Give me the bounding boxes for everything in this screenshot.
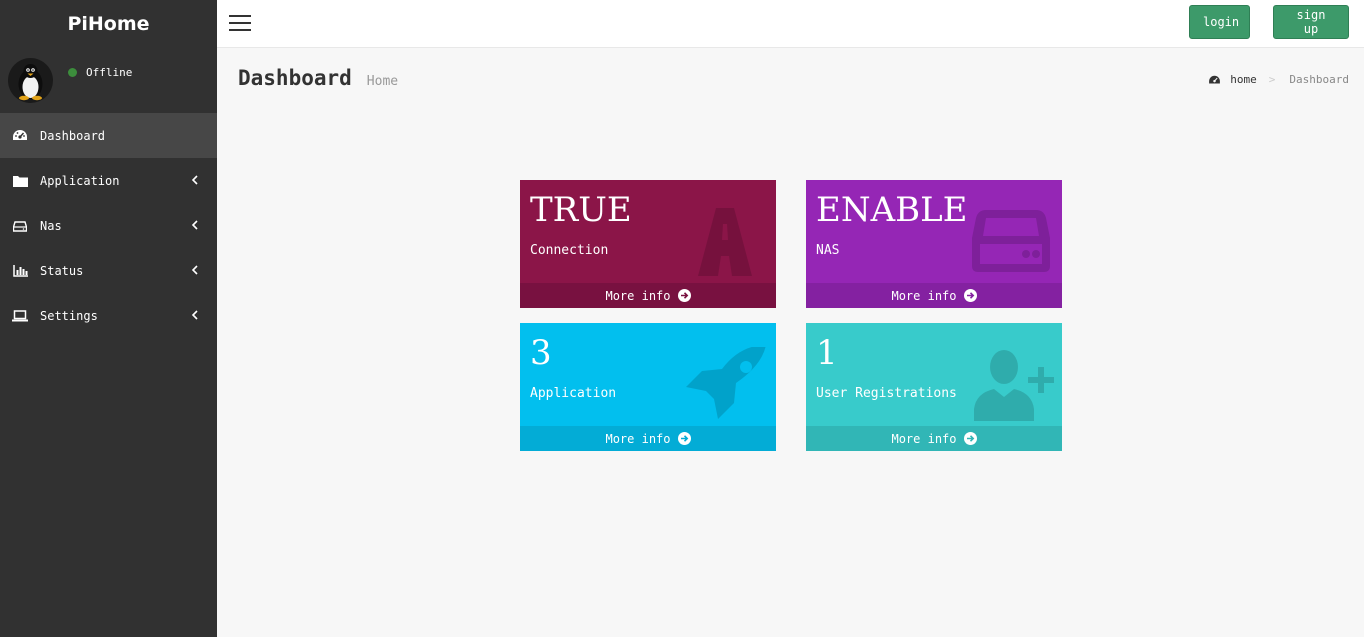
- rocket-icon: [686, 347, 766, 419]
- box-value: 1: [816, 333, 838, 373]
- box-label: Connection: [530, 243, 609, 258]
- menu-toggle-icon[interactable]: [229, 15, 251, 33]
- hdd-icon: [12, 219, 28, 233]
- more-info-label: More info: [605, 431, 671, 446]
- folder-icon: [12, 174, 28, 188]
- breadcrumb: home > Dashboard: [1208, 73, 1349, 86]
- arrow-circle-right-icon: [963, 289, 977, 302]
- bar-chart-icon: [12, 264, 28, 278]
- topbar: login sign up: [217, 0, 1364, 48]
- dashboard-icon: [12, 129, 28, 143]
- laptop-icon: [12, 309, 28, 323]
- arrow-circle-right-icon: [963, 432, 977, 445]
- dashboard-icon: [1209, 75, 1221, 83]
- more-info-label: More info: [891, 431, 957, 446]
- box-value: TRUE: [530, 190, 632, 230]
- sidebar-item-dashboard[interactable]: Dashboard: [0, 113, 217, 158]
- breadcrumb-separator-icon: >: [1268, 73, 1276, 86]
- sidebar-menu: Dashboard Application Nas Status Setting…: [0, 113, 217, 338]
- sidebar-item-application[interactable]: Application: [0, 158, 217, 203]
- box-value: 3: [530, 333, 552, 373]
- user-status-text: Offline: [86, 66, 133, 79]
- more-info-label: More info: [605, 288, 671, 303]
- status-dot-icon: [68, 68, 77, 77]
- box-label: Application: [530, 386, 617, 401]
- arrow-circle-right-icon: [677, 432, 691, 445]
- hdd-icon: [972, 210, 1050, 272]
- breadcrumb-current: Dashboard: [1289, 73, 1349, 86]
- breadcrumb-home-label: home: [1230, 73, 1257, 86]
- sidebar: PiHome Offline Dashboard Application Nas…: [0, 0, 217, 637]
- more-info-link[interactable]: More info: [806, 426, 1062, 451]
- login-button[interactable]: login: [1189, 5, 1250, 39]
- more-info-link[interactable]: More info: [806, 283, 1062, 308]
- connection-box: TRUE Connection More info: [520, 180, 776, 308]
- sidebar-item-label: Settings: [40, 308, 98, 323]
- box-label: NAS: [816, 243, 840, 258]
- sidebar-item-label: Application: [40, 173, 120, 188]
- penguin-icon: [18, 64, 43, 101]
- nas-box: ENABLE NAS More info: [806, 180, 1062, 308]
- sidebar-item-status[interactable]: Status: [0, 248, 217, 293]
- more-info-link[interactable]: More info: [520, 426, 776, 451]
- chevron-left-icon: [191, 310, 198, 320]
- breadcrumb-home[interactable]: home: [1208, 73, 1257, 86]
- box-value: ENABLE: [816, 190, 968, 230]
- chevron-left-icon: [191, 220, 198, 230]
- arrow-circle-right-icon: [677, 289, 691, 302]
- signup-button[interactable]: sign up: [1273, 5, 1349, 39]
- page-subtitle: Home: [366, 74, 399, 89]
- sidebar-item-label: Dashboard: [40, 128, 106, 143]
- sidebar-item-nas[interactable]: Nas: [0, 203, 217, 248]
- content-header: Dashboard Home: [238, 66, 398, 90]
- road-icon: [698, 208, 752, 276]
- application-box: 3 Application More info: [520, 323, 776, 451]
- sidebar-item-label: Status: [40, 263, 84, 278]
- more-info-link[interactable]: More info: [520, 283, 776, 308]
- avatar: [8, 58, 53, 103]
- sidebar-item-label: Nas: [40, 218, 62, 233]
- user-status: Offline: [68, 66, 132, 79]
- chevron-left-icon: [191, 175, 198, 185]
- user-panel: Offline: [0, 48, 217, 113]
- chevron-left-icon: [191, 265, 198, 275]
- user-registrations-box: 1 User Registrations More info: [806, 323, 1062, 451]
- more-info-label: More info: [891, 288, 957, 303]
- box-label: User Registrations: [816, 386, 957, 401]
- sidebar-item-settings[interactable]: Settings: [0, 293, 217, 338]
- app-logo[interactable]: PiHome: [0, 0, 217, 48]
- user-plus-icon: [974, 350, 1054, 421]
- page-title: Dashboard: [238, 66, 352, 90]
